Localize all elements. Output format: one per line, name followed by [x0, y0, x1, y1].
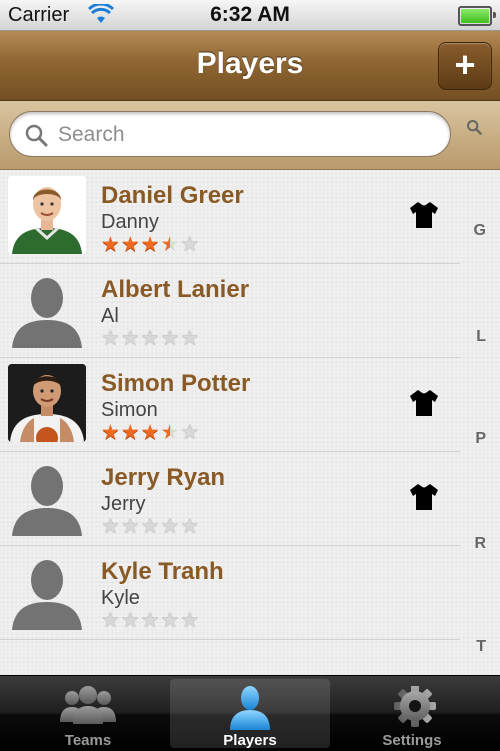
player-rating: ★★★★★ — [101, 608, 200, 633]
star-icon: ★ — [120, 515, 141, 538]
add-player-button[interactable]: + — [438, 42, 492, 90]
star-icon: ★ — [101, 327, 121, 350]
avatar-placeholder-icon — [8, 458, 86, 536]
search-icon — [25, 124, 48, 147]
star-icon: ★ — [101, 609, 121, 632]
index-letter[interactable]: P — [475, 430, 486, 448]
star-icon: ★ — [180, 233, 201, 256]
player-nickname: Jerry — [101, 493, 146, 515]
player-rating: ★★★★★ — [101, 420, 200, 445]
player-nickname: Kyle — [101, 587, 140, 609]
player-name: Daniel Greer — [101, 182, 244, 209]
index-letter[interactable]: L — [476, 328, 486, 346]
star-icon: ★ — [140, 609, 161, 632]
player-row[interactable]: Kyle Tranh Kyle ★★★★★ — [0, 546, 460, 640]
star-icon: ★ — [101, 515, 121, 538]
status-time: 6:32 AM — [210, 3, 290, 26]
player-name: Kyle Tranh — [101, 558, 224, 585]
search-placeholder: Search — [58, 123, 125, 146]
player-list: Daniel Greer Danny ★★★★★ Albert Lanier A… — [0, 170, 500, 675]
player-photo — [8, 364, 86, 442]
star-icon: ★ — [120, 233, 141, 256]
player-row[interactable]: Jerry Ryan Jerry ★★★★★ — [0, 452, 460, 546]
jersey-icon — [410, 390, 438, 416]
index-letter[interactable]: T — [476, 638, 486, 656]
tab-label: Settings — [382, 732, 442, 749]
jersey-icon — [410, 202, 438, 228]
star-icon: ★ — [160, 609, 181, 632]
tab-bar: Teams Players Settings — [0, 675, 500, 751]
player-name: Albert Lanier — [101, 276, 250, 303]
index-letter[interactable]: R — [474, 535, 486, 553]
battery-icon — [458, 6, 496, 26]
tab-settings[interactable]: Settings — [332, 679, 492, 749]
search-input[interactable]: Search — [9, 111, 451, 157]
player-row[interactable]: Albert Lanier Al ★★★★★ — [0, 264, 460, 358]
player-name: Jerry Ryan — [101, 464, 226, 491]
star-icon: ★ — [140, 233, 161, 256]
player-nickname: Al — [101, 305, 119, 327]
avatar-placeholder-icon — [8, 552, 86, 630]
player-nickname: Simon — [101, 399, 158, 421]
star-icon: ★ — [101, 233, 121, 256]
player-nickname: Danny — [101, 211, 159, 233]
navigation-bar: Players + — [0, 31, 500, 101]
star-icon: ★ — [120, 609, 141, 632]
group-icon — [60, 686, 116, 724]
search-bar: Search — [0, 101, 500, 170]
star-icon: ★ — [180, 421, 201, 444]
star-icon: ★ — [180, 609, 201, 632]
star-icon: ★ — [180, 515, 201, 538]
tab-players[interactable]: Players — [170, 679, 330, 749]
tab-label: Teams — [64, 732, 112, 749]
page-title: Players — [196, 47, 304, 80]
avatar-placeholder-icon — [8, 270, 86, 348]
status-bar: Carrier 6:32 AM — [0, 0, 500, 31]
section-index[interactable]: G L P R T — [460, 170, 500, 675]
star-icon: ★ — [160, 327, 181, 350]
tab-teams[interactable]: Teams — [8, 679, 168, 749]
player-photo — [8, 176, 86, 254]
half-star-icon: ★ — [160, 233, 181, 256]
star-icon: ★ — [180, 327, 201, 350]
star-icon: ★ — [140, 421, 161, 444]
person-icon — [230, 686, 270, 730]
star-icon: ★ — [160, 515, 181, 538]
player-row[interactable]: Daniel Greer Danny ★★★★★ — [0, 170, 460, 264]
jersey-icon — [410, 484, 438, 510]
gear-icon — [394, 686, 436, 727]
half-star-icon: ★ — [160, 421, 181, 444]
player-rating: ★★★★★ — [101, 232, 200, 257]
index-letter[interactable]: G — [474, 222, 486, 240]
player-row[interactable]: Simon Potter Simon ★★★★★ — [0, 358, 460, 452]
star-icon: ★ — [140, 515, 161, 538]
player-rating: ★★★★★ — [101, 514, 200, 539]
tab-label: Players — [223, 732, 277, 749]
star-icon: ★ — [120, 421, 141, 444]
star-icon: ★ — [101, 421, 121, 444]
star-icon: ★ — [140, 327, 161, 350]
index-search-icon[interactable] — [466, 119, 482, 135]
player-name: Simon Potter — [101, 370, 251, 397]
player-rating: ★★★★★ — [101, 326, 200, 351]
star-icon: ★ — [120, 327, 141, 350]
